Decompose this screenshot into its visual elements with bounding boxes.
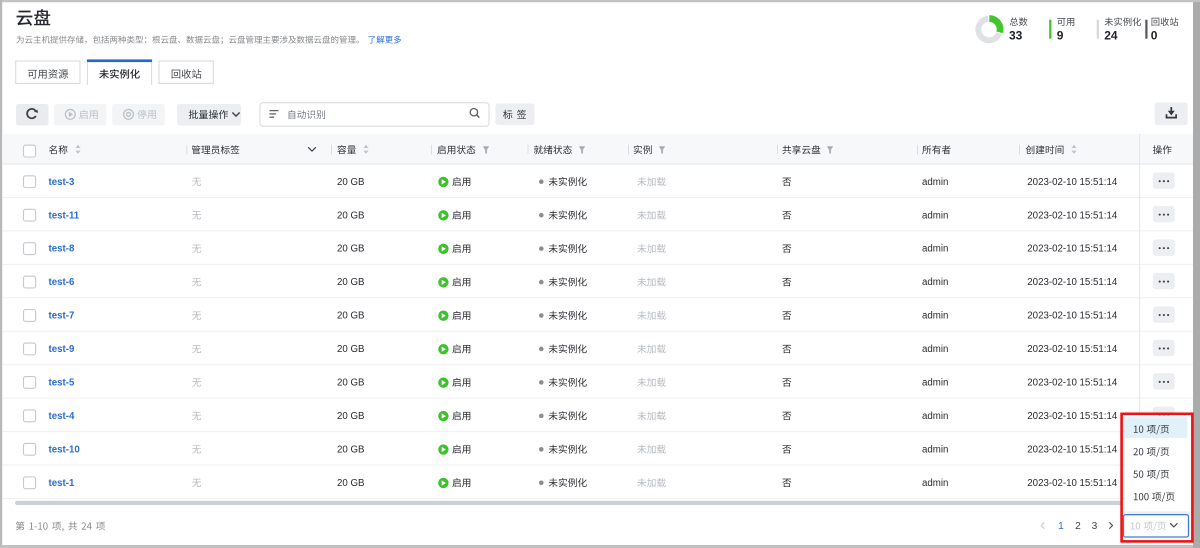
svg-text:admin: admin <box>922 478 948 489</box>
svg-text:20 GB: 20 GB <box>337 311 364 322</box>
svg-text:2023-02-10 15:51:14: 2023-02-10 15:51:14 <box>1027 311 1118 322</box>
svg-text:test-7: test-7 <box>49 311 75 322</box>
svg-text:test-6: test-6 <box>49 277 75 288</box>
svg-text:admin: admin <box>922 244 948 255</box>
svg-text:test-11: test-11 <box>49 210 80 221</box>
svg-text:2023-02-10 15:51:14: 2023-02-10 15:51:14 <box>1027 411 1118 422</box>
svg-text:admin: admin <box>922 444 948 455</box>
svg-text:20 GB: 20 GB <box>337 411 364 422</box>
svg-text:admin: admin <box>922 344 948 355</box>
svg-text:0: 0 <box>1151 29 1158 43</box>
svg-text:2023-02-10 15:51:14: 2023-02-10 15:51:14 <box>1027 378 1118 389</box>
svg-text:2023-02-10 15:51:14: 2023-02-10 15:51:14 <box>1027 244 1118 255</box>
svg-text:20 GB: 20 GB <box>337 177 364 188</box>
svg-text:test-4: test-4 <box>49 411 75 422</box>
svg-text:20 GB: 20 GB <box>337 344 364 355</box>
svg-text:test-1: test-1 <box>49 478 75 489</box>
svg-text:24: 24 <box>1104 29 1118 43</box>
svg-text:2023-02-10 15:51:14: 2023-02-10 15:51:14 <box>1027 277 1118 288</box>
svg-text:admin: admin <box>922 210 948 221</box>
svg-text:test-9: test-9 <box>49 344 75 355</box>
svg-text:test-10: test-10 <box>49 444 80 455</box>
svg-text:1: 1 <box>1058 521 1064 532</box>
svg-text:20 GB: 20 GB <box>337 378 364 389</box>
svg-text:test-3: test-3 <box>49 177 75 188</box>
svg-text:20 GB: 20 GB <box>337 478 364 489</box>
svg-text:9: 9 <box>1057 29 1064 43</box>
svg-text:2023-02-10 15:51:14: 2023-02-10 15:51:14 <box>1027 210 1118 221</box>
svg-text:admin: admin <box>922 411 948 422</box>
svg-text:admin: admin <box>922 177 948 188</box>
svg-text:admin: admin <box>922 311 948 322</box>
svg-text:33: 33 <box>1009 29 1023 43</box>
svg-text:test-5: test-5 <box>49 378 75 389</box>
svg-text:admin: admin <box>922 378 948 389</box>
svg-text:2023-02-10 15:51:14: 2023-02-10 15:51:14 <box>1027 444 1118 455</box>
svg-text:2023-02-10 15:51:14: 2023-02-10 15:51:14 <box>1027 478 1118 489</box>
svg-text:2023-02-10 15:51:14: 2023-02-10 15:51:14 <box>1027 344 1118 355</box>
svg-text:2023-02-10 15:51:14: 2023-02-10 15:51:14 <box>1027 177 1118 188</box>
svg-text:2: 2 <box>1075 521 1081 532</box>
svg-text:20 GB: 20 GB <box>337 210 364 221</box>
svg-text:20 GB: 20 GB <box>337 244 364 255</box>
svg-text:3: 3 <box>1092 521 1098 532</box>
svg-text:admin: admin <box>922 277 948 288</box>
svg-text:20 GB: 20 GB <box>337 444 364 455</box>
svg-text:test-8: test-8 <box>49 244 75 255</box>
svg-text:20 GB: 20 GB <box>337 277 364 288</box>
